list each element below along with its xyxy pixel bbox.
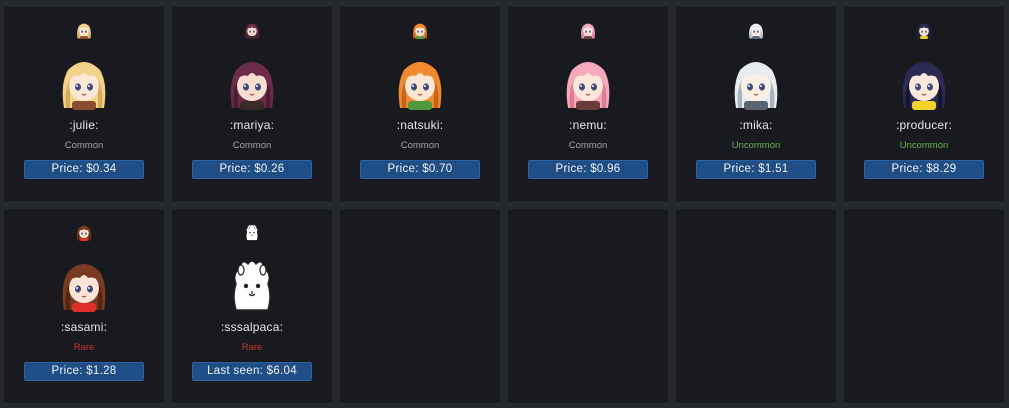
julie-emote-icon [58, 54, 110, 110]
emote-card[interactable]: :mariya: Common Price: $0.26 [172, 7, 332, 201]
emote-card[interactable]: :producer: Uncommon Price: $8.29 [844, 7, 1004, 201]
rarity-label: Common [232, 140, 272, 151]
emote-name: :nemu: [569, 118, 607, 132]
price-button[interactable]: Price: $0.70 [360, 160, 480, 179]
emote-grid: :julie: Common Price: $0.34 :mariya: Com… [0, 0, 1009, 408]
sasami-emote-icon [58, 256, 110, 312]
alpaca-emote-small-icon [243, 223, 261, 241]
mika-emote-small-icon [747, 21, 765, 39]
rarity-label: Common [400, 140, 440, 151]
rarity-label: Rare [241, 342, 263, 353]
emote-name: :natsuki: [396, 118, 444, 132]
price-button[interactable]: Last seen: $6.04 [192, 362, 312, 381]
natsuki-emote-icon [394, 54, 446, 110]
mariya-emote-small-icon [243, 21, 261, 39]
price-button[interactable]: Price: $0.34 [24, 160, 144, 179]
rarity-label: Common [568, 140, 608, 151]
emote-name: :mika: [739, 118, 773, 132]
emote-card[interactable]: :sasami: Rare Price: $1.28 [4, 209, 164, 403]
empty-card [844, 209, 1004, 403]
emote-name: :mariya: [229, 118, 275, 132]
mariya-emote-icon [226, 54, 278, 110]
nemu-emote-icon [562, 54, 614, 110]
rarity-label: Uncommon [731, 140, 781, 151]
price-button[interactable]: Price: $1.28 [24, 362, 144, 381]
rarity-label: Common [64, 140, 104, 151]
emote-card[interactable]: :sssalpaca: Rare Last seen: $6.04 [172, 209, 332, 403]
empty-card [340, 209, 500, 403]
producer-emote-icon [898, 54, 950, 110]
emote-name: :sasami: [60, 320, 108, 334]
rarity-label: Uncommon [899, 140, 949, 151]
rarity-label: Rare [73, 342, 95, 353]
price-button[interactable]: Price: $0.26 [192, 160, 312, 179]
emote-card[interactable]: :natsuki: Common Price: $0.70 [340, 7, 500, 201]
price-button[interactable]: Price: $8.29 [864, 160, 984, 179]
empty-card [508, 209, 668, 403]
emote-name: :sssalpaca: [220, 320, 284, 334]
price-button[interactable]: Price: $0.96 [528, 160, 648, 179]
producer-emote-small-icon [915, 21, 933, 39]
nemu-emote-small-icon [579, 21, 597, 39]
emote-card[interactable]: :nemu: Common Price: $0.96 [508, 7, 668, 201]
alpaca-emote-icon [226, 256, 278, 312]
price-button[interactable]: Price: $1.51 [696, 160, 816, 179]
julie-emote-small-icon [75, 21, 93, 39]
emote-card[interactable]: :mika: Uncommon Price: $1.51 [676, 7, 836, 201]
sasami-emote-small-icon [75, 223, 93, 241]
emote-name: :julie: [69, 118, 99, 132]
emote-name: :producer: [895, 118, 953, 132]
emote-card[interactable]: :julie: Common Price: $0.34 [4, 7, 164, 201]
mika-emote-icon [730, 54, 782, 110]
natsuki-emote-small-icon [411, 21, 429, 39]
empty-card [676, 209, 836, 403]
